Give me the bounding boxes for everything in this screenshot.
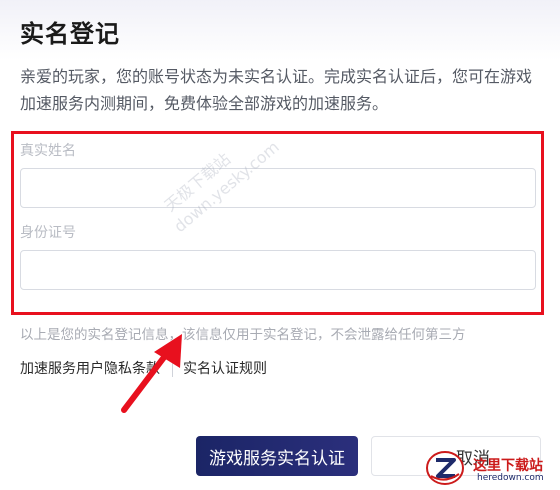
realname-submit-button[interactable]: 游戏服务实名认证 [196,436,358,476]
site-logo: 这里下载站 heredown.com [425,448,555,488]
heredown-logo-icon [426,451,464,485]
site-logo-domain: heredown.com [477,473,544,483]
privacy-note: 以上是您的实名登记信息，该信息仅用于实名登记，不会泄露给任何第三方 [20,327,466,343]
real-name-input[interactable] [20,168,536,208]
page-title: 实名登记 [20,20,120,48]
real-name-label: 真实姓名 [20,143,76,159]
red-arrow-icon [121,334,182,413]
description-text: 亲爱的玩家，您的账号状态为未实名认证。完成实名认证后，您可在游戏加速服务内测期间… [20,67,533,113]
id-number-input[interactable] [20,250,536,290]
id-number-label: 身份证号 [20,225,76,241]
site-logo-name: 这里下载站 [473,458,543,474]
